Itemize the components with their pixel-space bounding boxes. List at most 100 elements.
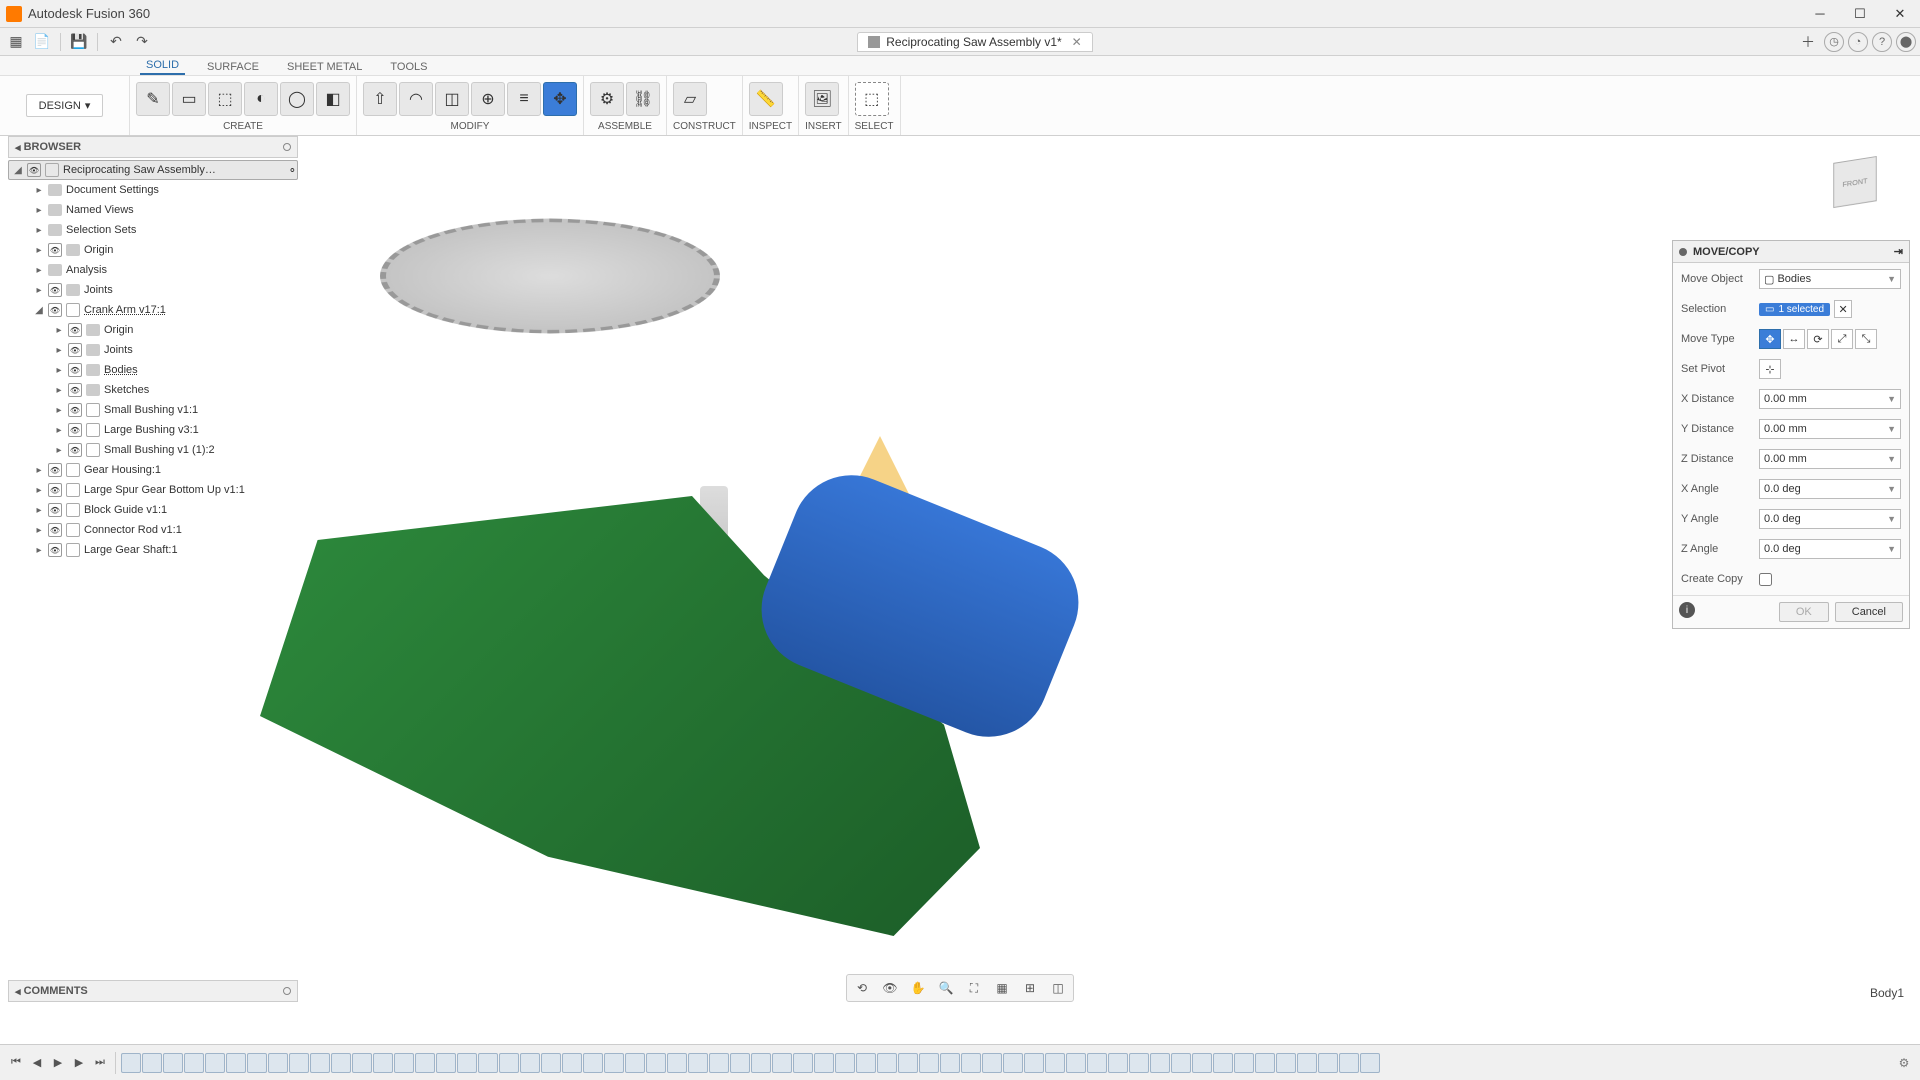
move-type-translate-icon[interactable]: ↔ [1783,329,1805,349]
joint-icon[interactable]: ⚙ [590,82,624,116]
timeline-feature[interactable] [310,1053,330,1073]
timeline-feature[interactable] [898,1053,918,1073]
timeline-settings-icon[interactable]: ⚙ [1894,1053,1914,1073]
job-status-icon[interactable]: ◔ [1848,32,1868,52]
tab-sheet-metal[interactable]: SHEET METAL [281,59,368,75]
help-icon[interactable]: ? [1872,32,1892,52]
y-distance-input[interactable]: 0.00 mm▼ [1759,419,1901,439]
timeline-feature[interactable] [142,1053,162,1073]
viewcube[interactable]: FRONT [1820,148,1890,218]
cancel-button[interactable]: Cancel [1835,602,1903,622]
orbit-icon[interactable]: ⟲ [849,977,875,999]
browser-options-icon[interactable] [283,143,291,151]
timeline-feature[interactable] [772,1053,792,1073]
zoom-icon[interactable]: 🔍 [933,977,959,999]
timeline-feature[interactable] [478,1053,498,1073]
select-icon[interactable]: ⬚ [855,82,889,116]
timeline-feature[interactable] [1276,1053,1296,1073]
comments-panel[interactable]: ◂ COMMENTS [8,980,298,1002]
sketch-icon[interactable]: ✎ [136,82,170,116]
grid-icon[interactable]: ⊞ [1017,977,1043,999]
timeline-feature[interactable] [730,1053,750,1073]
browser-header[interactable]: ◂ BROWSER [8,136,298,158]
timeline-feature[interactable] [415,1053,435,1073]
timeline-feature[interactable] [1045,1053,1065,1073]
tab-tools[interactable]: TOOLS [384,59,433,75]
timeline-feature[interactable] [1255,1053,1275,1073]
timeline-start-icon[interactable]: ⏮ [6,1053,26,1073]
timeline-feature[interactable] [184,1053,204,1073]
timeline-feature[interactable] [457,1053,477,1073]
move-icon[interactable]: ✥ [543,82,577,116]
save-icon[interactable]: 💾 [67,30,91,54]
tab-surface[interactable]: SURFACE [201,59,265,75]
timeline-feature[interactable] [121,1053,141,1073]
timeline-feature[interactable] [1297,1053,1317,1073]
hole-icon[interactable]: ◯ [280,82,314,116]
move-object-dropdown[interactable]: ▢ Bodies▼ [1759,269,1901,289]
timeline-feature[interactable] [1087,1053,1107,1073]
new-tab-icon[interactable]: ＋ [1796,30,1820,54]
timeline-feature[interactable] [205,1053,225,1073]
timeline-feature[interactable] [1192,1053,1212,1073]
timeline-back-icon[interactable]: ◀ [27,1053,47,1073]
timeline-feature[interactable] [667,1053,687,1073]
timeline-feature[interactable] [1129,1053,1149,1073]
x-distance-input[interactable]: 0.00 mm▼ [1759,389,1901,409]
y-angle-input[interactable]: 0.0 deg▼ [1759,509,1901,529]
form-icon[interactable]: ◧ [316,82,350,116]
asbuilt-icon[interactable]: ⛓ [626,82,660,116]
measure-icon[interactable]: 📏 [749,82,783,116]
timeline-feature[interactable] [1108,1053,1128,1073]
timeline-feature[interactable] [541,1053,561,1073]
create-copy-checkbox[interactable] [1759,573,1772,586]
timeline-feature[interactable] [604,1053,624,1073]
timeline-feature[interactable] [1339,1053,1359,1073]
timeline-feature[interactable] [961,1053,981,1073]
timeline-fwd-icon[interactable]: ▶ [69,1053,89,1073]
fillet-icon[interactable]: ◠ [399,82,433,116]
model-crank-arm-selected[interactable] [743,457,1096,755]
model-shaft[interactable] [700,486,728,646]
z-distance-input[interactable]: 0.00 mm▼ [1759,449,1901,469]
fit-icon[interactable]: ⛶ [961,977,987,999]
info-icon[interactable]: i [1679,602,1695,618]
timeline-feature[interactable] [226,1053,246,1073]
timeline-feature[interactable] [877,1053,897,1073]
move-type-free-icon[interactable]: ✥ [1759,329,1781,349]
timeline-feature[interactable] [499,1053,519,1073]
profile-icon[interactable]: ⬤ [1896,32,1916,52]
redo-icon[interactable]: ↷ [130,30,154,54]
shell-icon[interactable]: ◫ [435,82,469,116]
timeline-feature[interactable] [394,1053,414,1073]
timeline-feature[interactable] [373,1053,393,1073]
timeline-feature[interactable] [793,1053,813,1073]
x-angle-input[interactable]: 0.0 deg▼ [1759,479,1901,499]
timeline-feature[interactable] [1213,1053,1233,1073]
revolve-icon[interactable]: ◐ [244,82,278,116]
move-type-rotate-icon[interactable]: ⟳ [1807,329,1829,349]
viewport-icon[interactable]: ◫ [1045,977,1071,999]
manipulator-plane-icon[interactable] [840,436,920,516]
timeline-feature[interactable] [1003,1053,1023,1073]
timeline-play-icon[interactable]: ▶ [48,1053,68,1073]
timeline-feature[interactable] [688,1053,708,1073]
timeline-feature[interactable] [940,1053,960,1073]
move-type-p2p-icon[interactable]: ⤡ [1855,329,1877,349]
align-icon[interactable]: ≡ [507,82,541,116]
timeline-feature[interactable] [1171,1053,1191,1073]
minimize-button[interactable]: ─ [1800,0,1840,27]
tree-root[interactable]: ◢👁 Reciprocating Saw Assembly… ⚬ [8,160,298,180]
maximize-button[interactable]: ☐ [1840,0,1880,27]
timeline-feature[interactable] [562,1053,582,1073]
comments-options-icon[interactable] [283,987,291,995]
file-menu-icon[interactable]: 📄 [30,30,54,54]
timeline-feature[interactable] [1066,1053,1086,1073]
doc-close-icon[interactable]: ✕ [1072,35,1082,49]
panel-header[interactable]: MOVE/COPY ⇥ [1673,241,1909,263]
model-gear[interactable] [380,219,720,334]
timeline-feature[interactable] [835,1053,855,1073]
presspull-icon[interactable]: ⇧ [363,82,397,116]
timeline-feature[interactable] [1234,1053,1254,1073]
timeline-feature[interactable] [856,1053,876,1073]
